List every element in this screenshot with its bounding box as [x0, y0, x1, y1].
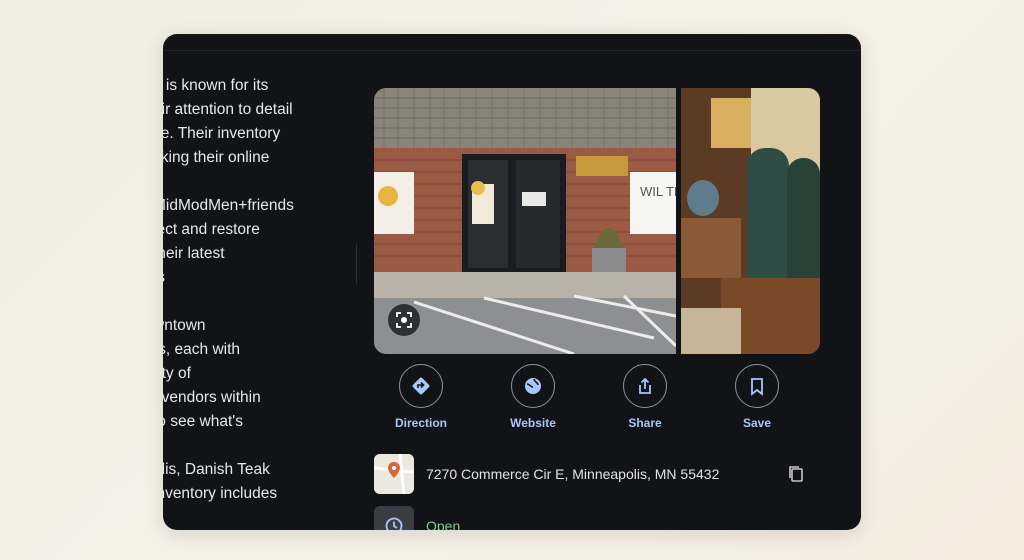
address-row[interactable]: 7270 Commerce Cir E, Minneapolis, MN 554…	[374, 454, 820, 494]
map-thumbnail[interactable]	[374, 454, 414, 494]
description-line: olis, Danish Teak	[163, 461, 270, 478]
directions-icon	[412, 377, 430, 395]
save-label: Save	[742, 416, 772, 430]
description-line: wntown	[163, 317, 206, 334]
save-button[interactable]: Save	[712, 364, 802, 430]
description-line: ce. Their inventory	[163, 125, 281, 142]
interior-image	[681, 88, 820, 354]
action-buttons: Direction Website Share Save	[374, 364, 820, 434]
description-line: MidModMen+friends	[163, 197, 294, 214]
save-button-circle[interactable]	[735, 364, 779, 408]
clock-box	[374, 506, 414, 530]
storefront-sign: WIL THIN	[640, 184, 676, 199]
globe-icon	[525, 378, 541, 394]
website-label: Website	[510, 416, 556, 430]
description-line: eir attention to detail	[163, 101, 293, 118]
website-button[interactable]: Website	[488, 364, 578, 430]
hours-status: Open	[426, 518, 461, 530]
description-line	[163, 290, 353, 314]
website-button-circle[interactable]	[511, 364, 555, 408]
map-pin-icon	[374, 454, 414, 494]
place-description: n is known for its eir attention to deta…	[163, 74, 353, 506]
direction-button[interactable]: Direction	[376, 364, 466, 430]
clock-icon	[385, 517, 403, 530]
description-line: t vendors within	[163, 389, 261, 406]
copy-icon	[789, 466, 803, 482]
interior-photo[interactable]	[681, 88, 820, 354]
top-divider	[163, 50, 861, 51]
bookmark-icon	[751, 378, 763, 396]
description-line: lect and restore	[163, 221, 260, 238]
copy-address-button[interactable]	[786, 464, 806, 484]
description-line: inventory includes	[163, 485, 278, 502]
column-divider	[356, 244, 357, 284]
description-line	[163, 434, 353, 458]
share-button[interactable]: Share	[600, 364, 690, 430]
direction-button-circle[interactable]	[399, 364, 443, 408]
description-line: ety of	[163, 365, 191, 382]
description-line: their latest	[163, 245, 225, 262]
direction-label: Direction	[394, 416, 447, 430]
storefront-photo[interactable]: WIL THIN	[374, 88, 676, 354]
lens-scan-button[interactable]	[388, 304, 420, 336]
scan-icon	[396, 312, 412, 328]
description-line	[163, 170, 353, 194]
description-line: n is known for its	[163, 77, 269, 94]
description-line: to see what's	[163, 413, 243, 430]
storefront-image: WIL THIN	[374, 88, 676, 354]
share-button-circle[interactable]	[623, 364, 667, 408]
hours-row[interactable]: Open	[374, 506, 820, 530]
share-label: Share	[628, 416, 662, 430]
description-line: cking their online	[163, 149, 270, 166]
place-details-panel: n is known for its eir attention to deta…	[163, 34, 861, 530]
address-text: 7270 Commerce Cir E, Minneapolis, MN 554…	[426, 466, 720, 482]
share-icon	[639, 377, 651, 394]
description-line: ts	[163, 266, 353, 290]
description-line: rs, each with	[163, 341, 241, 358]
